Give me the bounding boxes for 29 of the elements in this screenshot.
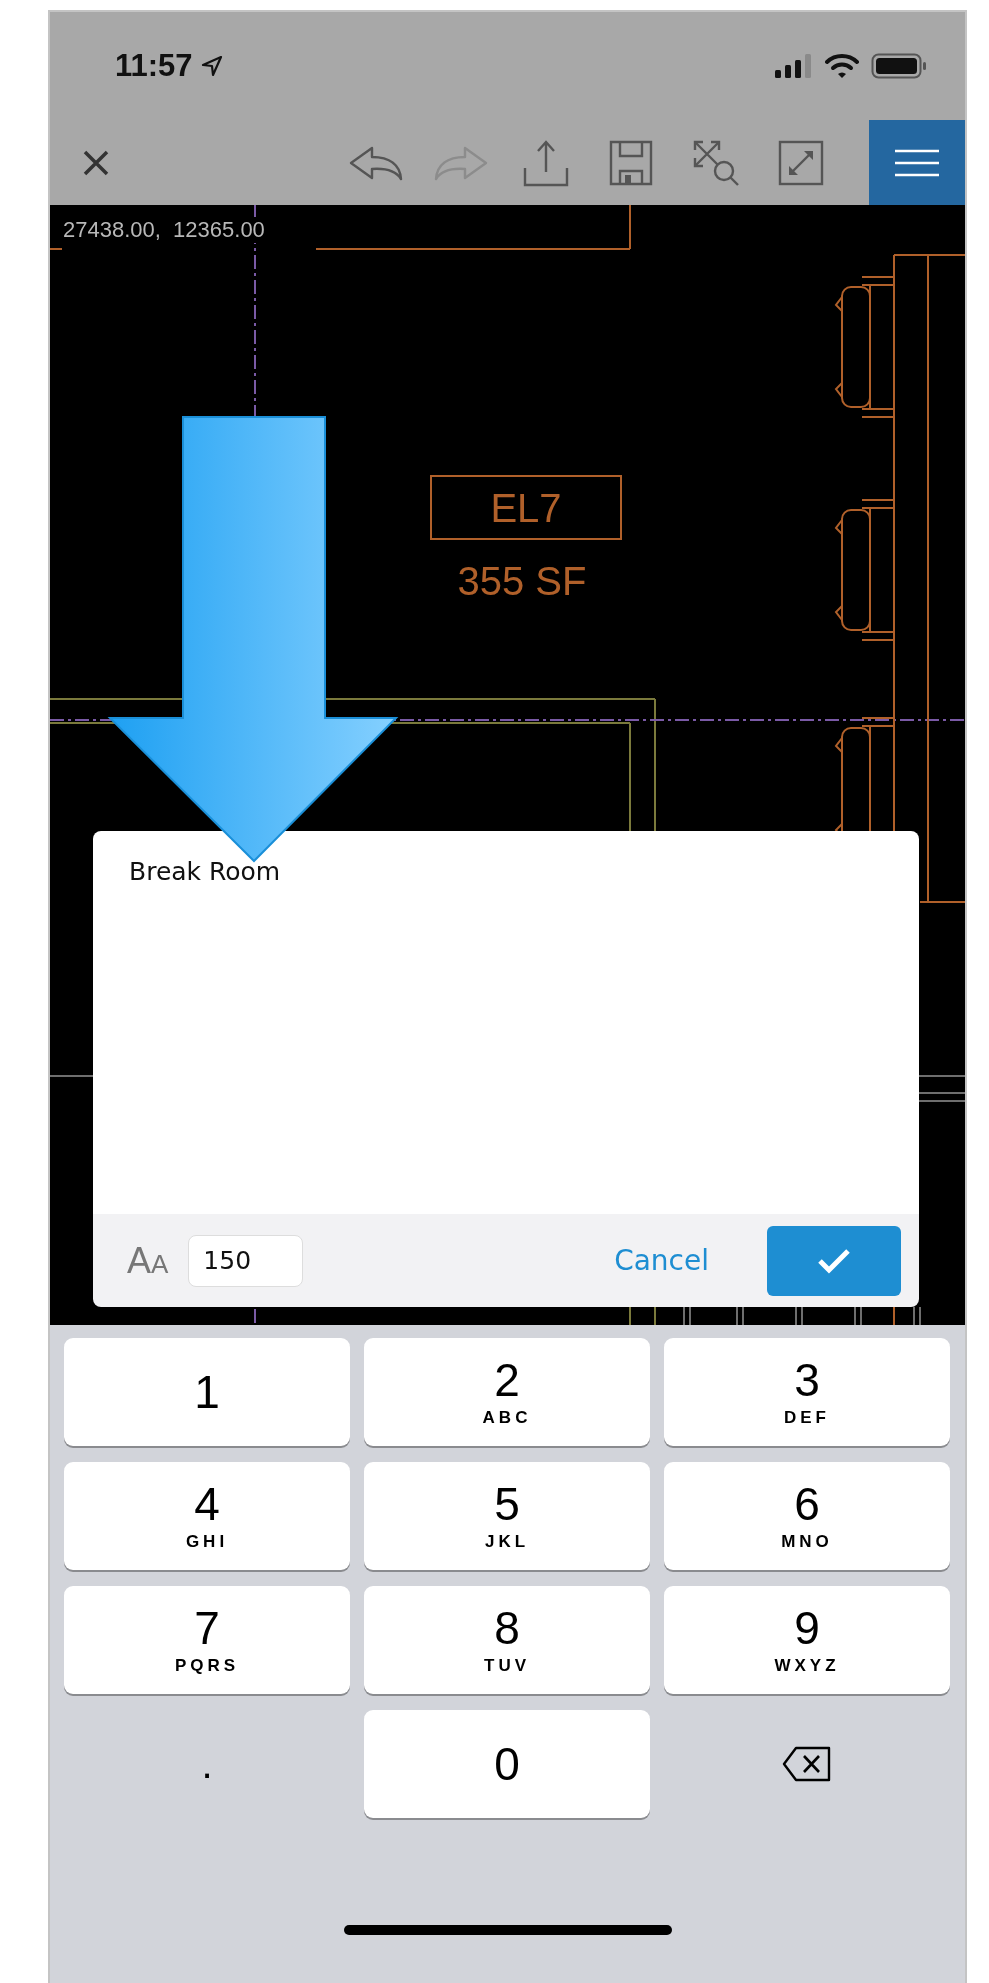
keypad-key[interactable]: 6 MNO [664,1462,950,1570]
keypad-key[interactable]: . [64,1710,350,1818]
keypad-key[interactable]: 4 GHI [64,1462,350,1570]
keypad-key[interactable]: 9 WXYZ [664,1586,950,1694]
confirm-button[interactable] [767,1225,901,1296]
keypad-key[interactable]: 3 DEF [664,1338,950,1446]
coordinate-readout: 27438.00, 12365.00 [63,217,265,243]
keypad-key[interactable]: 5 JKL [364,1462,650,1570]
room-area: 355 SF [457,559,587,603]
keypad-key[interactable]: 7 PQRS [64,1586,350,1694]
battery-icon [871,53,927,79]
keypad-key[interactable]: 0 [364,1710,650,1818]
redo-icon [433,144,489,181]
checkmark-icon [817,1247,851,1274]
keypad-key[interactable]: 2 ABC [364,1338,650,1446]
wifi-icon [825,53,859,79]
backspace-icon [782,1746,832,1782]
signal-icon [773,54,813,78]
room-tag: EL7 [490,486,562,530]
keypad-key[interactable]: 1 [64,1338,350,1446]
undo-icon [348,144,404,181]
text-input-field[interactable]: Break Room [93,831,919,1214]
keypad-key[interactable]: 8 TUV [364,1586,650,1694]
font-size-label: AA [127,1239,169,1282]
menu-button[interactable] [869,120,965,205]
font-size-field[interactable]: 150 [188,1234,304,1287]
location-arrow-icon [200,55,223,77]
clock-time: 11:57 [115,48,193,84]
expand-icon [778,139,824,186]
